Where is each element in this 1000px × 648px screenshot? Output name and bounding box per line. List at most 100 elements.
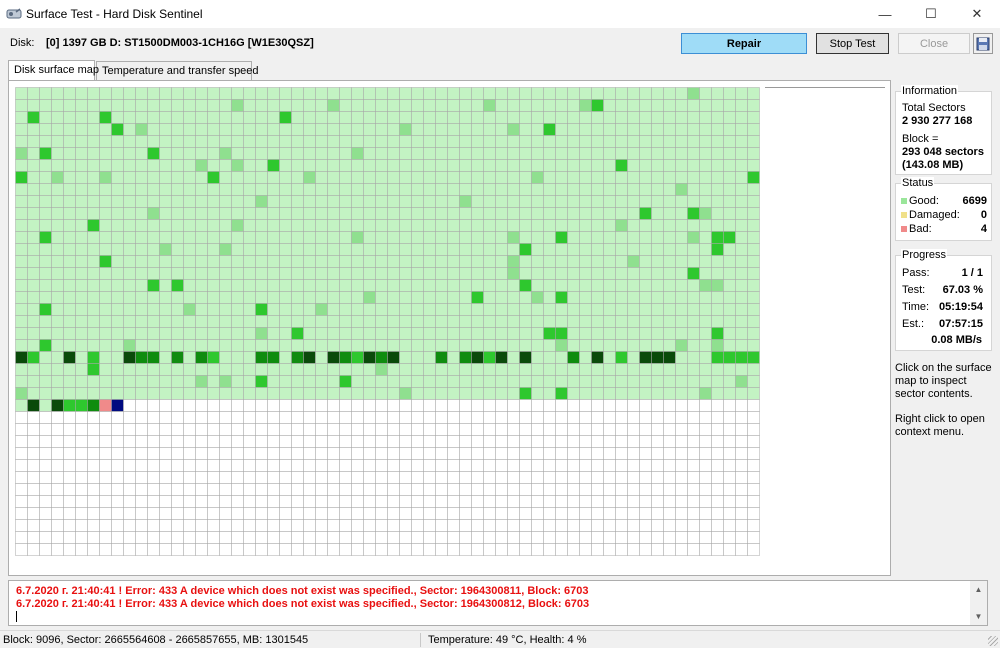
surface-block-cell[interactable] xyxy=(315,351,328,364)
surface-block-cell[interactable] xyxy=(663,243,676,256)
surface-block-cell[interactable] xyxy=(63,339,76,352)
surface-block-cell[interactable] xyxy=(243,447,256,460)
surface-block-cell[interactable] xyxy=(675,183,688,196)
surface-block-cell[interactable] xyxy=(303,123,316,136)
surface-block-cell[interactable] xyxy=(51,255,64,268)
surface-block-cell[interactable] xyxy=(735,303,748,316)
surface-block-cell[interactable] xyxy=(39,399,52,412)
surface-block-cell[interactable] xyxy=(135,411,148,424)
surface-block-cell[interactable] xyxy=(99,327,112,340)
surface-block-cell[interactable] xyxy=(291,531,304,544)
surface-block-cell[interactable] xyxy=(315,135,328,148)
surface-block-cell[interactable] xyxy=(135,111,148,124)
surface-block-cell[interactable] xyxy=(735,135,748,148)
surface-block-cell[interactable] xyxy=(351,483,364,496)
surface-block-cell[interactable] xyxy=(243,327,256,340)
surface-block-cell[interactable] xyxy=(315,543,328,556)
surface-block-cell[interactable] xyxy=(495,483,508,496)
surface-block-cell[interactable] xyxy=(747,471,760,484)
surface-block-cell[interactable] xyxy=(123,243,136,256)
surface-block-cell[interactable] xyxy=(651,387,664,400)
surface-block-cell[interactable] xyxy=(171,135,184,148)
surface-block-cell[interactable] xyxy=(615,159,628,172)
bad-block-cell[interactable] xyxy=(99,399,112,412)
surface-block-cell[interactable] xyxy=(159,135,172,148)
surface-block-cell[interactable] xyxy=(495,279,508,292)
surface-block-cell[interactable] xyxy=(699,327,712,340)
surface-block-cell[interactable] xyxy=(675,519,688,532)
surface-block-cell[interactable] xyxy=(267,111,280,124)
surface-block-cell[interactable] xyxy=(483,543,496,556)
surface-block-cell[interactable] xyxy=(675,111,688,124)
surface-block-cell[interactable] xyxy=(303,219,316,232)
surface-block-cell[interactable] xyxy=(747,399,760,412)
surface-block-cell[interactable] xyxy=(531,207,544,220)
surface-block-cell[interactable] xyxy=(123,195,136,208)
surface-block-cell[interactable] xyxy=(327,135,340,148)
surface-block-cell[interactable] xyxy=(483,351,496,364)
surface-block-cell[interactable] xyxy=(135,183,148,196)
surface-block-cell[interactable] xyxy=(327,351,340,364)
surface-block-cell[interactable] xyxy=(111,243,124,256)
surface-block-cell[interactable] xyxy=(459,195,472,208)
surface-block-cell[interactable] xyxy=(267,507,280,520)
surface-block-cell[interactable] xyxy=(339,375,352,388)
surface-block-cell[interactable] xyxy=(531,135,544,148)
surface-block-cell[interactable] xyxy=(219,447,232,460)
surface-block-cell[interactable] xyxy=(711,387,724,400)
surface-block-cell[interactable] xyxy=(291,111,304,124)
surface-block-cell[interactable] xyxy=(387,495,400,508)
surface-block-cell[interactable] xyxy=(507,519,520,532)
surface-block-cell[interactable] xyxy=(87,291,100,304)
surface-block-cell[interactable] xyxy=(63,135,76,148)
surface-block-cell[interactable] xyxy=(651,243,664,256)
surface-block-cell[interactable] xyxy=(435,183,448,196)
surface-block-cell[interactable] xyxy=(447,363,460,376)
surface-block-cell[interactable] xyxy=(195,423,208,436)
surface-block-cell[interactable] xyxy=(591,87,604,100)
surface-block-cell[interactable] xyxy=(195,279,208,292)
surface-block-cell[interactable] xyxy=(615,207,628,220)
surface-block-cell[interactable] xyxy=(699,291,712,304)
surface-block-cell[interactable] xyxy=(615,423,628,436)
surface-block-cell[interactable] xyxy=(603,171,616,184)
surface-block-cell[interactable] xyxy=(555,375,568,388)
surface-block-cell[interactable] xyxy=(483,507,496,520)
surface-block-cell[interactable] xyxy=(735,279,748,292)
surface-block-cell[interactable] xyxy=(555,87,568,100)
surface-block-cell[interactable] xyxy=(315,207,328,220)
surface-block-cell[interactable] xyxy=(183,111,196,124)
surface-block-cell[interactable] xyxy=(327,483,340,496)
surface-block-cell[interactable] xyxy=(63,411,76,424)
surface-block-cell[interactable] xyxy=(375,171,388,184)
surface-block-cell[interactable] xyxy=(111,279,124,292)
surface-block-cell[interactable] xyxy=(63,267,76,280)
surface-block-cell[interactable] xyxy=(195,339,208,352)
surface-block-cell[interactable] xyxy=(531,183,544,196)
surface-block-cell[interactable] xyxy=(603,387,616,400)
surface-block-cell[interactable] xyxy=(291,87,304,100)
surface-block-cell[interactable] xyxy=(663,423,676,436)
surface-block-cell[interactable] xyxy=(171,399,184,412)
surface-block-cell[interactable] xyxy=(267,351,280,364)
surface-block-cell[interactable] xyxy=(279,495,292,508)
surface-block-cell[interactable] xyxy=(135,375,148,388)
surface-block-cell[interactable] xyxy=(255,363,268,376)
surface-block-cell[interactable] xyxy=(699,123,712,136)
surface-block-cell[interactable] xyxy=(687,399,700,412)
stop-test-button[interactable]: Stop Test xyxy=(816,33,889,54)
surface-block-cell[interactable] xyxy=(111,219,124,232)
surface-block-cell[interactable] xyxy=(363,387,376,400)
surface-block-cell[interactable] xyxy=(711,147,724,160)
surface-block-cell[interactable] xyxy=(699,267,712,280)
surface-block-cell[interactable] xyxy=(327,327,340,340)
surface-block-cell[interactable] xyxy=(315,195,328,208)
surface-block-cell[interactable] xyxy=(387,219,400,232)
surface-block-cell[interactable] xyxy=(723,183,736,196)
surface-block-cell[interactable] xyxy=(435,171,448,184)
surface-block-cell[interactable] xyxy=(423,327,436,340)
surface-block-cell[interactable] xyxy=(147,507,160,520)
surface-block-cell[interactable] xyxy=(123,435,136,448)
surface-block-cell[interactable] xyxy=(447,315,460,328)
surface-block-cell[interactable] xyxy=(747,123,760,136)
